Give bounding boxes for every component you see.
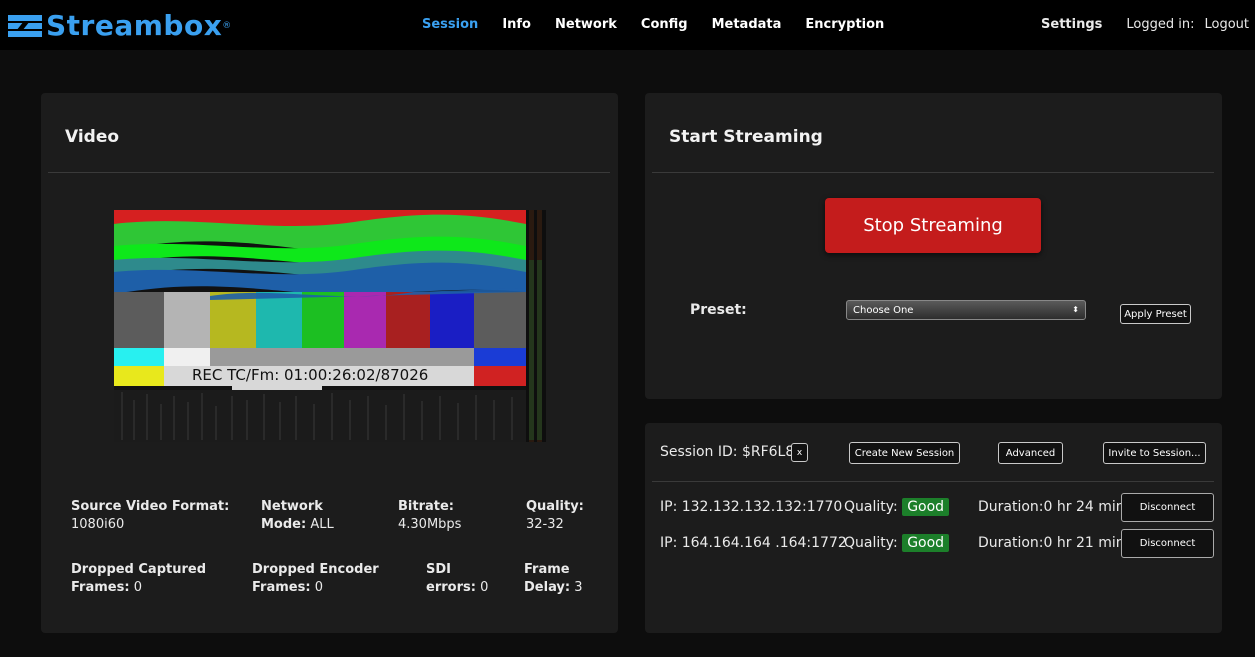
timecode-overlay: REC TC/Fm: 01:00:26:02/87026 [192,366,429,384]
connection-row-1-quality: Quality: Good [844,498,950,516]
quality-good-badge: Good [902,534,950,552]
stat-dropped-encoder: Dropped Encoder Frames: 0 [252,562,379,595]
stat-quality: Quality: 32-32 [526,499,584,532]
video-preview: REC TC/Fm: 01:00:26:02/87026 [114,210,546,442]
session-divider [652,481,1214,482]
advanced-button[interactable]: Advanced [998,442,1063,464]
create-new-session-button[interactable]: Create New Session [849,442,960,464]
nav-config[interactable]: Config [641,17,688,32]
top-bar: Streambox ® Session Info Network Config M… [0,0,1255,50]
nav-encryption[interactable]: Encryption [805,17,884,32]
quality-good-badge: Good [902,498,950,516]
streaming-divider [652,172,1214,173]
account-area: Settings Logged in: Logout [1041,17,1249,32]
stat-network-mode: Network Mode: ALL [261,499,334,532]
invite-to-session-button[interactable]: Invite to Session... [1103,442,1206,464]
brand-name: Streambox [46,9,223,42]
streambox-logo[interactable]: Streambox ® [8,10,231,42]
disconnect-button-2[interactable]: Disconnect [1121,529,1214,558]
stat-dropped-captured: Dropped Captured Frames: 0 [71,562,207,595]
connection-row-2-ip: IP: 164.164.164 .164:1772 [660,535,847,551]
connection-row-2-quality: Quality: Good [844,534,950,552]
nav-metadata[interactable]: Metadata [712,17,782,32]
nav-session[interactable]: Session [422,17,478,32]
preset-label: Preset: [690,302,747,318]
select-arrows-icon: ⬍ [1072,305,1079,314]
logged-in-label: Logged in: [1126,17,1195,32]
settings-link[interactable]: Settings [1041,17,1102,32]
session-id: Session ID: $RF6L8L [660,444,803,460]
streaming-panel-title: Start Streaming [669,127,823,147]
stat-source-format: Source Video Format: 1080i60 [71,499,230,532]
preset-selected-value: Choose One [853,304,914,316]
nav-network[interactable]: Network [555,17,617,32]
video-panel-title: Video [65,127,120,147]
video-divider [48,172,610,173]
test-pattern-image [114,210,546,442]
preset-select[interactable]: Choose One ⬍ [846,300,1086,320]
logo-icon [8,15,42,37]
stat-bitrate: Bitrate: 4.30Mbps [398,499,462,532]
connection-row-2-duration: Duration:0 hr 21 min [978,535,1125,551]
stat-frame-delay: Frame Delay: 3 [524,562,583,595]
stat-sdi-errors: SDI errors: 0 [426,562,489,595]
disconnect-button-1[interactable]: Disconnect [1121,493,1214,522]
nav-info[interactable]: Info [502,17,531,32]
logout-link[interactable]: Logout [1204,17,1249,32]
apply-preset-button[interactable]: Apply Preset [1120,304,1191,324]
connection-row-1-duration: Duration:0 hr 24 min [978,499,1125,515]
clear-session-button[interactable]: x [791,443,808,462]
connection-row-1-ip: IP: 132.132.132.132:1770 [660,499,843,515]
stop-streaming-button[interactable]: Stop Streaming [825,198,1041,253]
main-nav: Session Info Network Config Metadata Enc… [422,17,884,32]
